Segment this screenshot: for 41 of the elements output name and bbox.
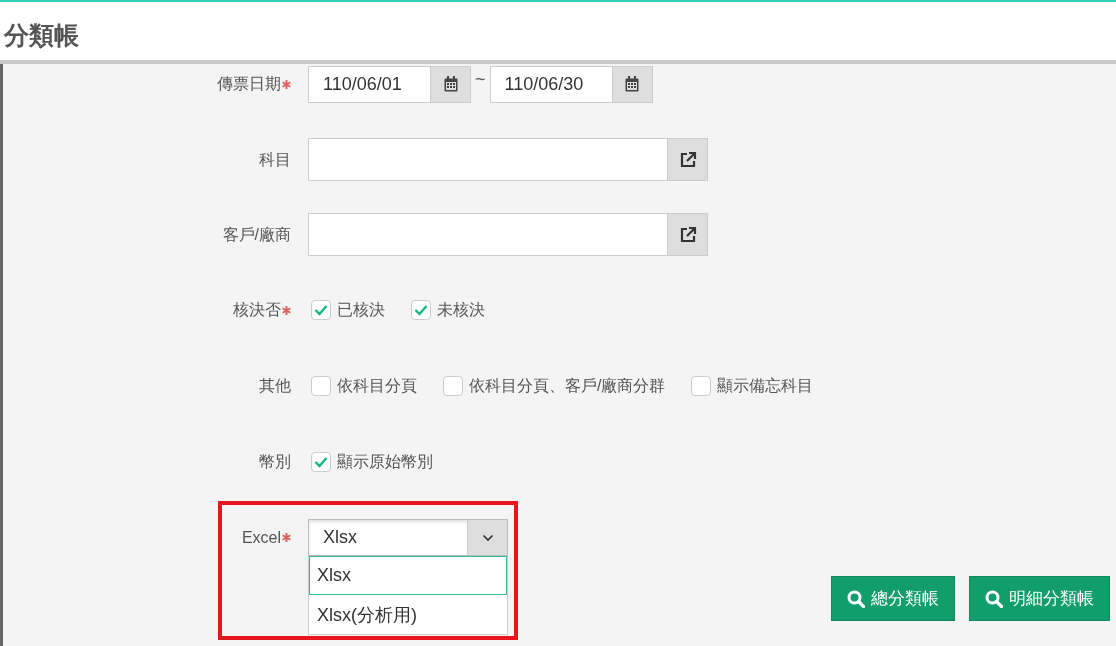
search-icon <box>847 589 865 608</box>
checkbox[interactable] <box>411 300 431 320</box>
required-icon <box>282 79 291 89</box>
checkbox[interactable] <box>311 300 331 320</box>
field-label: 客戶/廠商 <box>222 224 291 245</box>
chevron-down-icon <box>481 533 494 542</box>
check-icon <box>414 304 428 316</box>
range-separator: ~ <box>475 69 486 90</box>
check-icon <box>314 304 328 316</box>
checkbox[interactable] <box>311 452 331 472</box>
required-icon <box>282 533 291 542</box>
field-label: 其他 <box>259 376 291 396</box>
date-field[interactable]: 110/06/30 <box>489 65 653 103</box>
checkbox-label[interactable]: 已核決 <box>337 299 385 321</box>
checkbox-label[interactable]: 依科目分頁、客戶/廠商分群 <box>469 375 666 397</box>
page-title: 分類帳 <box>3 20 79 50</box>
dropdown-option[interactable]: Xlsx <box>309 556 507 595</box>
calendar-icon <box>625 76 639 92</box>
field-label: Excel <box>241 527 281 548</box>
checkbox-label[interactable]: 顯示原始幣別 <box>337 451 433 473</box>
select-field[interactable]: Xlsx <box>308 519 508 556</box>
checkbox-label[interactable]: 依科目分頁 <box>337 375 417 397</box>
checkbox[interactable] <box>691 376 712 396</box>
date-field[interactable]: 110/06/01 <box>308 65 471 103</box>
checkbox-label[interactable]: 顯示備忘科目 <box>717 375 814 397</box>
search-icon <box>985 589 1003 608</box>
external-link-icon <box>678 150 697 169</box>
field-label: 科目 <box>259 149 291 170</box>
checkbox-label[interactable]: 未核決 <box>437 299 485 321</box>
required-icon <box>282 305 291 315</box>
checkbox[interactable] <box>443 376 463 396</box>
check-icon <box>314 456 328 468</box>
input-field[interactable] <box>308 138 708 181</box>
field-label: 傳票日期 <box>217 74 281 94</box>
input-field[interactable] <box>308 213 708 256</box>
external-link-icon <box>678 225 697 244</box>
field-label: 幣別 <box>259 452 291 472</box>
calendar-icon <box>443 76 458 92</box>
dropdown-option[interactable]: Xlsx(分析用) <box>309 595 507 634</box>
checkbox[interactable] <box>311 376 331 396</box>
field-label: 核決否 <box>233 300 281 320</box>
